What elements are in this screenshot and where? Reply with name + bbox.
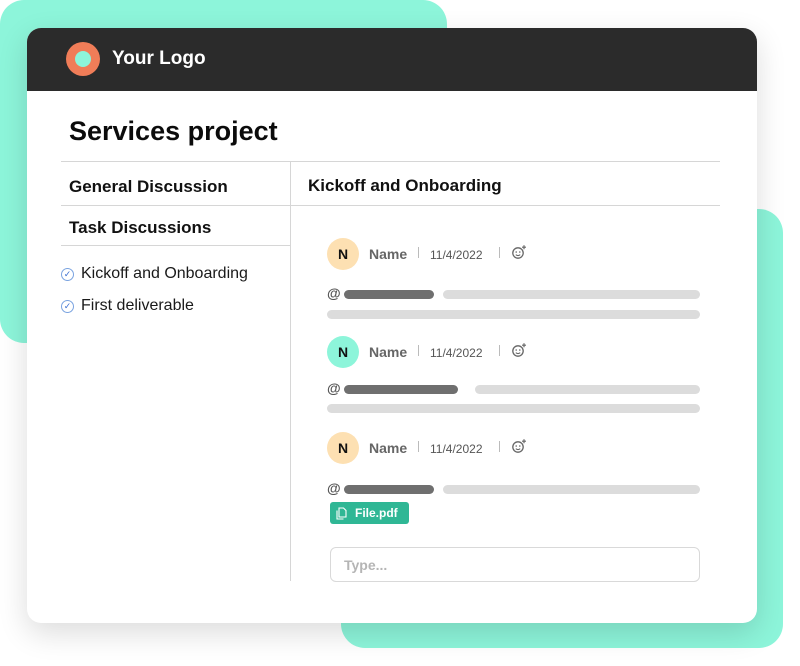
text-placeholder-bar bbox=[344, 290, 434, 299]
message: N Name 11/4/2022 @ File.pdf bbox=[327, 432, 707, 532]
text-placeholder-bar bbox=[475, 385, 700, 394]
task-label: Kickoff and Onboarding bbox=[81, 265, 248, 282]
separator bbox=[418, 441, 419, 452]
app-window: Your Logo Services project General Discu… bbox=[27, 28, 757, 623]
message: N Name 11/4/2022 @ bbox=[327, 238, 707, 319]
check-circle-icon: ✓ bbox=[61, 267, 74, 281]
add-reaction-icon[interactable] bbox=[511, 342, 527, 358]
mention-symbol: @ bbox=[327, 480, 341, 496]
separator bbox=[499, 247, 500, 258]
separator bbox=[499, 441, 500, 452]
message-author: Name bbox=[369, 246, 408, 262]
message-input[interactable] bbox=[330, 547, 700, 582]
file-name: File.pdf bbox=[355, 506, 398, 520]
file-attachment[interactable]: File.pdf bbox=[330, 502, 409, 524]
text-placeholder-bar bbox=[327, 404, 700, 413]
mention-symbol: @ bbox=[327, 285, 341, 301]
avatar: N bbox=[327, 336, 359, 368]
divider bbox=[61, 245, 290, 246]
avatar: N bbox=[327, 238, 359, 270]
message-date: 11/4/2022 bbox=[430, 248, 483, 262]
file-icon bbox=[336, 506, 347, 520]
text-placeholder-bar bbox=[443, 485, 700, 494]
task-item-first-deliverable[interactable]: ✓ First deliverable bbox=[61, 297, 194, 315]
thread-title: Kickoff and Onboarding bbox=[308, 176, 502, 195]
task-label: First deliverable bbox=[81, 297, 194, 314]
message-author: Name bbox=[369, 344, 408, 360]
divider bbox=[61, 161, 720, 162]
nav-task-discussions[interactable]: Task Discussions bbox=[69, 218, 211, 238]
separator bbox=[499, 345, 500, 356]
message-date: 11/4/2022 bbox=[430, 442, 483, 456]
text-placeholder-bar bbox=[344, 385, 458, 394]
add-reaction-icon[interactable] bbox=[511, 244, 527, 260]
top-bar: Your Logo bbox=[27, 28, 757, 91]
separator bbox=[418, 247, 419, 258]
logo-text: Your Logo bbox=[112, 48, 206, 69]
divider bbox=[61, 205, 720, 206]
text-placeholder-bar bbox=[327, 310, 700, 319]
message: N Name 11/4/2022 @ bbox=[327, 336, 707, 416]
mention-symbol: @ bbox=[327, 380, 341, 396]
text-placeholder-bar bbox=[443, 290, 700, 299]
task-item-kickoff[interactable]: ✓ Kickoff and Onboarding bbox=[61, 265, 248, 283]
nav-general-discussion[interactable]: General Discussion bbox=[69, 177, 228, 197]
column-divider bbox=[290, 161, 291, 581]
avatar: N bbox=[327, 432, 359, 464]
add-reaction-icon[interactable] bbox=[511, 438, 527, 454]
separator bbox=[418, 345, 419, 356]
text-placeholder-bar bbox=[344, 485, 434, 494]
message-author: Name bbox=[369, 440, 408, 456]
page-title: Services project bbox=[69, 116, 278, 146]
logo-ring-icon bbox=[66, 42, 100, 76]
message-date: 11/4/2022 bbox=[430, 346, 483, 360]
check-circle-icon: ✓ bbox=[61, 299, 74, 313]
